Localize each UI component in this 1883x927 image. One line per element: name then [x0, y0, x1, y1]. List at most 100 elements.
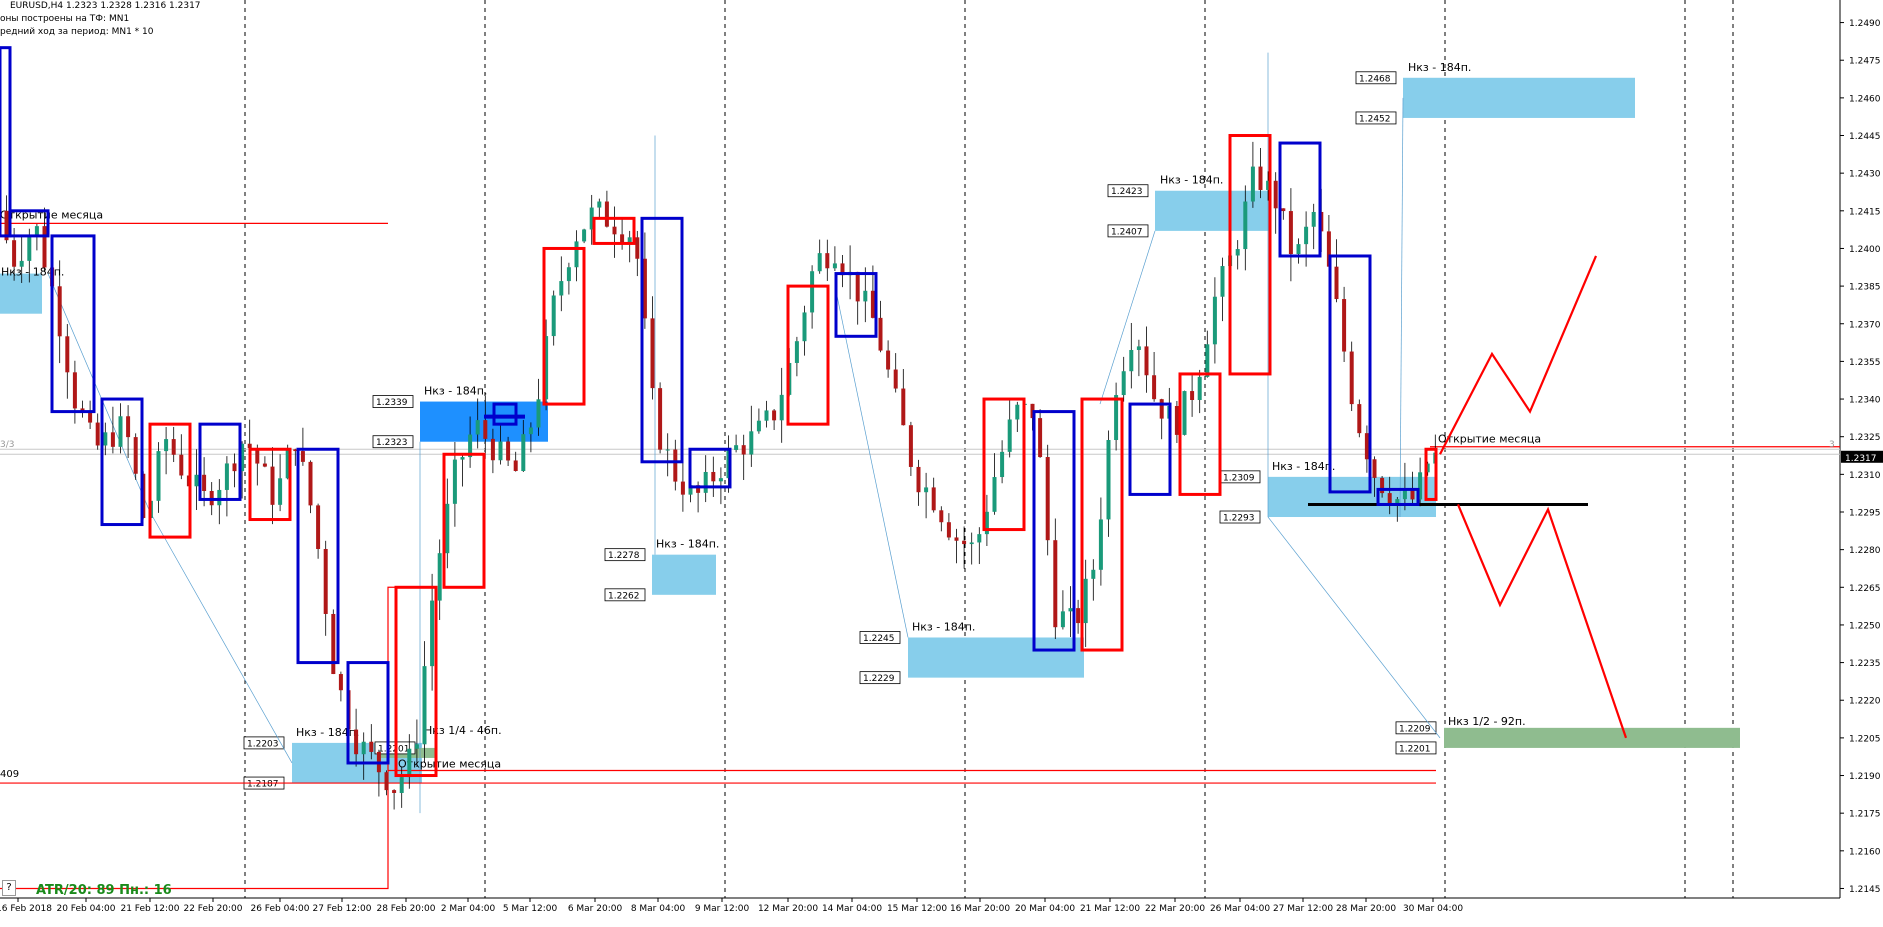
bear-candle [179, 454, 184, 476]
bull-candle [1243, 201, 1248, 250]
y-tick-label: 1.2415 [1849, 207, 1881, 217]
bull-candle [498, 441, 503, 461]
bear-candle [946, 522, 951, 538]
x-tick-label: 14 Mar 04:00 [822, 904, 882, 914]
y-tick-label: 1.2355 [1849, 358, 1881, 368]
range-step-line [0, 586, 430, 890]
bear-candle [825, 253, 830, 269]
bear-candle [604, 201, 609, 227]
x-tick-label: 21 Mar 12:00 [1080, 904, 1140, 914]
bear-candle [126, 416, 131, 438]
bull-candle [528, 427, 533, 435]
bull-candle [1296, 244, 1301, 255]
bull-candle [1220, 266, 1225, 297]
x-tick-label: 6 Mar 20:00 [568, 904, 623, 914]
bull-candle [924, 487, 929, 493]
y-tick-label: 1.2265 [1849, 584, 1881, 594]
bear-candle [1364, 433, 1369, 460]
bull-candle [164, 439, 169, 452]
bear-candle [490, 438, 495, 461]
bull-candle [361, 741, 366, 755]
bull-candle [665, 449, 670, 451]
bear-candle [270, 466, 275, 505]
forecast-up-path [1439, 255, 1598, 455]
x-tick-label: 30 Mar 04:00 [1403, 904, 1463, 914]
bear-candle [133, 437, 138, 474]
bear-candle [886, 350, 891, 370]
bull-candle [794, 341, 799, 363]
bull-candle [559, 281, 564, 296]
zone-price-label: 1.2203 [247, 739, 279, 749]
atr-readout: ATR/20: 89 Пн.: 16 [36, 883, 172, 898]
y-tick-label: 1.2175 [1849, 810, 1881, 820]
bear-candle [908, 425, 913, 467]
bear-candle [1258, 166, 1263, 190]
zone-title: Нкз - 184п. [424, 385, 487, 398]
bear-candle [1076, 608, 1081, 624]
bear-candle [1190, 391, 1195, 401]
bear-candle [392, 790, 397, 793]
bull-candle [1015, 404, 1020, 420]
bull-candle [399, 777, 404, 793]
supply-demand-zone [0, 273, 42, 314]
average-range-info: редний ход за период: MN1 * 10 [0, 27, 154, 37]
zones-timeframe-info: оны построены на ТФ: MN1 [0, 14, 130, 24]
bull-candle [1007, 419, 1012, 452]
bear-candle [384, 772, 389, 791]
bear-candle [612, 226, 617, 235]
bull-candle [627, 237, 632, 243]
bear-candle [939, 510, 944, 523]
bear-candle [1053, 540, 1058, 628]
bull-candle [1098, 519, 1103, 570]
bull-candle [817, 253, 822, 272]
bear-candle [741, 445, 746, 455]
bull-candle [969, 542, 974, 545]
month-open-label: Открытие месяца [1438, 433, 1541, 446]
x-tick-label: 26 Feb 04:00 [250, 904, 309, 914]
bear-candle [901, 388, 906, 426]
x-tick-label: 16 Mar 20:00 [950, 904, 1010, 914]
zone-price-label: 1.2452 [1359, 114, 1391, 124]
bull-candle [749, 431, 754, 455]
chart-canvas[interactable]: 1.2490 1.2475 1.2460 1.2445 1.2430 1.2415 1.24… [0, 0, 1883, 923]
session-box-blue [688, 447, 732, 489]
projection-line [1267, 516, 1441, 739]
supply-demand-zone [652, 554, 716, 595]
bull-candle [1000, 451, 1005, 478]
x-tick-label: 27 Feb 12:00 [312, 904, 371, 914]
bear-candle [635, 237, 640, 259]
zone-price-label: 1.2229 [863, 674, 895, 684]
y-tick-label: 1.2400 [1849, 245, 1881, 255]
x-tick-label: 28 Feb 20:00 [376, 904, 435, 914]
bear-candle [650, 318, 655, 389]
bull-candle [1250, 166, 1255, 202]
bull-candle [103, 432, 108, 446]
bear-candle [1334, 266, 1339, 300]
x-tick-label: 27 Mar 12:00 [1273, 904, 1333, 914]
bull-candle [992, 477, 997, 512]
x-tick-label: 9 Mar 12:00 [695, 904, 750, 914]
bear-candle [1159, 399, 1164, 419]
help-button[interactable]: ? [2, 880, 16, 896]
bear-candle [931, 487, 936, 511]
chart-area[interactable]: 1.2490 1.2475 1.2460 1.2445 1.2430 1.2415 1.24… [0, 0, 1883, 923]
bull-candle [566, 267, 571, 282]
bull-candle [582, 229, 587, 242]
bear-candle [855, 271, 860, 302]
bull-candle [445, 503, 450, 554]
bear-candle [673, 449, 678, 482]
y-tick-label: 1.2250 [1849, 621, 1881, 631]
session-box-red [542, 246, 586, 406]
zone-price-label: 1.2468 [1359, 74, 1391, 84]
y-tick-label: 1.2160 [1849, 847, 1881, 857]
bear-candle [658, 388, 663, 450]
bull-candle [1106, 440, 1111, 520]
level-right-marker: 3 [1829, 440, 1835, 450]
bear-candle [57, 286, 62, 337]
supply-demand-zone [908, 637, 1084, 678]
zone-price-label: 1.2201 [1399, 744, 1431, 754]
zone-price-label: 1.2201 [378, 744, 410, 754]
forecast-down-path [1456, 504, 1628, 739]
bull-candle [278, 478, 283, 505]
bull-candle [452, 459, 457, 504]
